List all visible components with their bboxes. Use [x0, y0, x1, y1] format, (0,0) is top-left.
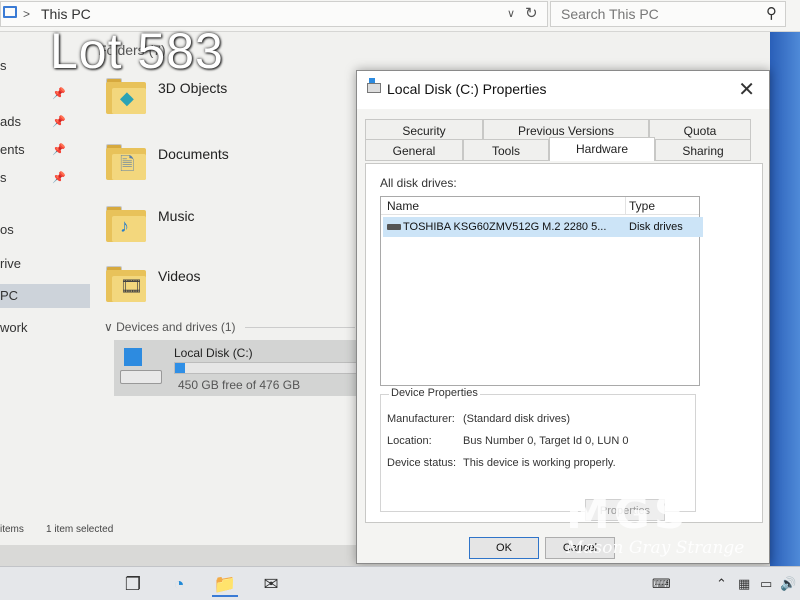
nav-item-label: s [0, 170, 7, 185]
devices-header-label: Devices and drives (1) [116, 320, 236, 334]
this-pc-icon [3, 6, 17, 18]
row-type: Disk drives [629, 221, 683, 233]
folder-label: Music [158, 208, 195, 224]
folder-documents[interactable]: 🗎 Documents [100, 138, 350, 194]
folder-videos[interactable]: 🎞 Videos [100, 260, 350, 316]
column-divider[interactable] [625, 197, 626, 215]
manufacturer-value: (Standard disk drives) [463, 413, 570, 425]
drive-usage-bar [174, 362, 360, 374]
device-status-label: Device status: [387, 457, 457, 469]
status-item-count: items [0, 524, 24, 535]
tab-hardware[interactable]: Hardware [549, 137, 655, 161]
watermark-subtitle: Mason Gray Strange [566, 538, 745, 558]
desktop-background [770, 32, 800, 572]
nav-item-label: os [0, 222, 14, 237]
close-icon[interactable]: ✕ [738, 77, 755, 102]
collapse-chevron-icon[interactable]: ∨ [104, 320, 113, 334]
drive-usage-fill [175, 363, 186, 373]
drive-icon [367, 78, 381, 93]
watermark: MGS Mason Gray Strange [560, 488, 760, 564]
battery-icon[interactable]: ▭ [760, 576, 772, 592]
watermark-logo: MGS [566, 488, 690, 539]
search-input[interactable]: Search This PC ⚲ [550, 1, 786, 27]
all-disk-drives-label: All disk drives: [380, 176, 457, 190]
chevron-up-icon[interactable]: ⌃ [716, 576, 727, 592]
column-header-type[interactable]: Type [629, 199, 655, 213]
status-selected: 1 item selected [46, 524, 114, 535]
task-view-icon[interactable]: ❐ [120, 571, 146, 597]
navigation-pane: s 📌 ads 📌 ents 📌 s 📌 os rive PC work [0, 32, 92, 512]
tab-sharing[interactable]: Sharing [655, 139, 751, 161]
nav-item-onedrive[interactable]: rive [0, 252, 90, 276]
nav-item-label: PC [0, 288, 19, 303]
folder-music[interactable]: ♪ Music [100, 200, 350, 256]
search-placeholder: Search This PC [561, 6, 659, 22]
dialog-title-bar[interactable]: Local Disk (C:) Properties ✕ [357, 71, 769, 109]
keyboard-icon[interactable]: ⌨ [652, 576, 671, 592]
tab-general[interactable]: General [365, 139, 463, 161]
pin-icon: 📌 [52, 116, 66, 128]
nav-item-pictures[interactable]: s 📌 [0, 166, 90, 190]
status-bar: items 1 item selected [0, 520, 360, 540]
content-pane: Folders (7) ◆ 3D Objects 🗎 Documents ♪ M… [92, 32, 362, 512]
folder-3d-objects[interactable]: ◆ 3D Objects [100, 72, 350, 128]
pin-icon: 📌 [52, 144, 66, 156]
device-properties-title: Device Properties [389, 387, 480, 399]
dialog-title: Local Disk (C:) Properties [387, 81, 547, 97]
disk-drives-list[interactable]: Name Type TOSHIBA KSG60ZMV512G M.2 2280 … [380, 196, 703, 386]
drive-free-space: 450 GB free of 476 GB [178, 378, 301, 392]
music-icon: ♪ [106, 204, 146, 244]
row-name: TOSHIBA KSG60ZMV512G M.2 2280 5... [403, 221, 607, 233]
location-label: Location: [387, 435, 432, 447]
nav-item-this-pc[interactable]: PC [0, 284, 90, 308]
pin-icon: 📌 [52, 172, 66, 184]
lot-number-overlay: Lot 583 [50, 23, 224, 79]
file-explorer-icon[interactable]: 📁 [212, 571, 238, 597]
folder-label: Videos [158, 268, 201, 284]
manufacturer-label: Manufacturer: [387, 413, 455, 425]
network-icon[interactable]: ▦ [738, 576, 750, 592]
volume-icon[interactable]: 🔊 [780, 576, 796, 592]
folder-label: Documents [158, 146, 229, 162]
location-value: Bus Number 0, Target Id 0, LUN 0 [463, 435, 629, 447]
nav-item-documents[interactable]: ents 📌 [0, 138, 90, 162]
local-disk-icon [120, 348, 162, 388]
list-header: Name Type [381, 197, 699, 215]
drive-local-disk-c[interactable]: Local Disk (C:) 450 GB free of 476 GB [114, 340, 362, 396]
column-header-name[interactable]: Name [387, 199, 419, 213]
tab-security[interactable]: Security [365, 119, 483, 141]
ok-button[interactable]: OK [469, 537, 539, 559]
chevron-down-icon[interactable]: ∨ [507, 2, 515, 26]
refresh-icon[interactable]: ↻ [525, 2, 538, 26]
drive-name: Local Disk (C:) [174, 346, 253, 360]
3d-objects-icon: ◆ [106, 76, 146, 116]
pin-icon: 📌 [52, 88, 66, 100]
group-divider [244, 327, 355, 329]
taskbar: ❐ ◔ 📁 ✉ ⌨ ⌃ ▦ ▭ 🔊 [0, 566, 800, 600]
nav-item-label: rive [0, 256, 21, 271]
nav-item-label: ents [0, 142, 25, 157]
nav-item-quick-2[interactable]: 📌 [0, 82, 90, 106]
tab-quota[interactable]: Quota [649, 119, 751, 141]
nav-item-videos[interactable]: os [0, 218, 90, 242]
folder-label: 3D Objects [158, 80, 228, 96]
table-row[interactable]: TOSHIBA KSG60ZMV512G M.2 2280 5... Disk … [383, 217, 703, 237]
nav-item-downloads[interactable]: ads 📌 [0, 110, 90, 134]
nav-item-network[interactable]: work [0, 316, 90, 340]
devices-group-header[interactable]: ∨ Devices and drives (1) [104, 320, 355, 334]
nav-item-label: s [0, 58, 7, 73]
videos-icon: 🎞 [106, 264, 146, 304]
chevron-right-icon[interactable]: > [23, 2, 30, 26]
nav-item-label: ads [0, 114, 21, 129]
device-status-value: This device is working properly. [463, 457, 616, 469]
edge-browser-icon[interactable]: ◔ [166, 571, 192, 597]
nav-item-label: work [0, 320, 28, 335]
hardware-tab-panel: All disk drives: Name Type TOSHIBA KSG60… [365, 163, 763, 523]
documents-icon: 🗎 [106, 142, 146, 182]
mail-icon[interactable]: ✉ [258, 571, 284, 597]
search-icon[interactable]: ⚲ [766, 2, 777, 26]
tab-tools[interactable]: Tools [463, 139, 549, 161]
disk-drive-icon [387, 224, 401, 230]
